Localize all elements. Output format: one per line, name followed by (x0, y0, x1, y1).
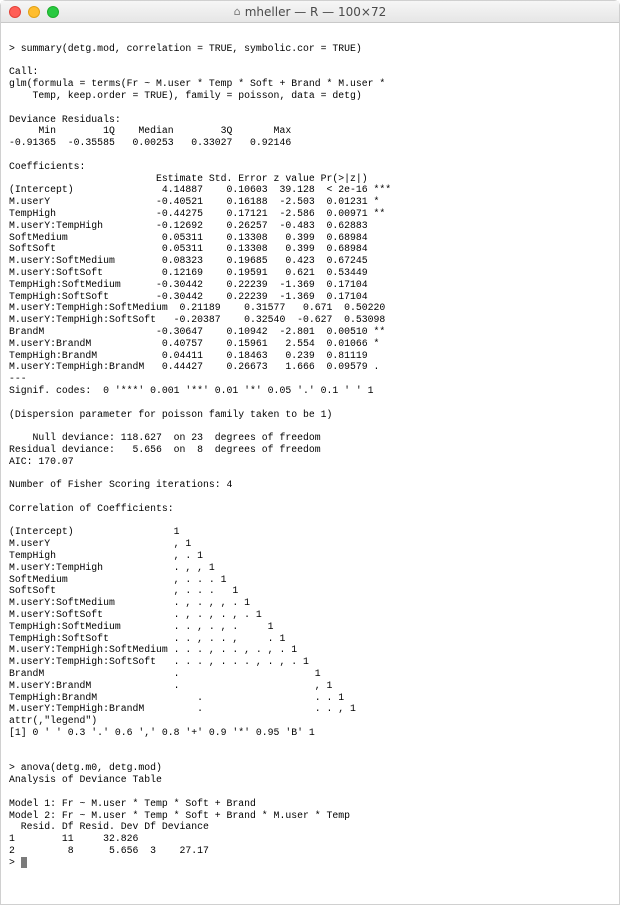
output-line: Resid. Df Resid. Dev Df Deviance (9, 821, 209, 832)
prompt-line: > summary(detg.mod, correlation = TRUE, … (9, 43, 362, 54)
output-line: BrandM . 1 (9, 668, 344, 679)
output-line: M.userY:TempHigh . , , 1 (9, 562, 344, 573)
output-line: Deviance Residuals: (9, 114, 127, 125)
output-line: TempHigh:SoftSoft -0.30442 0.22239 -1.36… (9, 291, 391, 302)
output-line: TempHigh:SoftMedium -0.30442 0.22239 -1.… (9, 279, 391, 290)
output-line: M.userY:SoftSoft 0.12169 0.19591 0.621 0… (9, 267, 391, 278)
output-line: Estimate Std. Error z value Pr(>|z|) (9, 173, 391, 184)
output-line: M.userY:TempHigh:BrandM 0.44427 0.26673 … (9, 361, 391, 372)
output-line: M.userY -0.40521 0.16188 -2.503 0.01231 … (9, 196, 391, 207)
output-line: SoftMedium , . . . 1 (9, 574, 344, 585)
output-line: -0.91365 -0.35585 0.00253 0.33027 0.9214… (9, 137, 303, 148)
terminal-output[interactable]: > summary(detg.mod, correlation = TRUE, … (1, 23, 619, 877)
terminal-cursor (21, 857, 27, 868)
output-line: Number of Fisher Scoring iterations: 4 (9, 479, 232, 490)
output-line: Analysis of Deviance Table (9, 774, 162, 785)
output-line: Coefficients: (9, 161, 85, 172)
output-line: Call: (9, 66, 38, 77)
output-line: SoftSoft , . . . 1 (9, 585, 344, 596)
output-line: (Intercept) 4.14887 0.10603 39.128 < 2e-… (9, 184, 391, 195)
output-line: M.userY:BrandM 0.40757 0.15961 2.554 0.0… (9, 338, 391, 349)
prompt-line: > (9, 857, 21, 868)
home-icon: ⌂ (234, 5, 241, 18)
output-line: Null deviance: 118.627 on 23 degrees of … (9, 432, 321, 443)
output-line: M.userY , 1 (9, 538, 344, 549)
output-line: SoftSoft 0.05311 0.13308 0.399 0.68984 (9, 243, 391, 254)
output-line: Model 2: Fr ~ M.user * Temp * Soft + Bra… (9, 810, 350, 821)
output-line: TempHigh -0.44275 0.17121 -2.586 0.00971… (9, 208, 391, 219)
output-line: AIC: 170.07 (9, 456, 74, 467)
output-line: (Dispersion parameter for poisson family… (9, 409, 332, 420)
output-line: M.userY:SoftMedium . , . , , . 1 (9, 597, 344, 608)
output-line: TempHigh:BrandM 0.04411 0.18463 0.239 0.… (9, 350, 391, 361)
output-line: glm(formula = terms(Fr ~ M.user * Temp *… (9, 78, 391, 89)
output-line: [1] 0 ' ' 0.3 '.' 0.6 ',' 0.8 '+' 0.9 '*… (9, 727, 315, 738)
output-line: --- (9, 373, 27, 384)
output-line: TempHigh:BrandM . . . 1 (9, 692, 344, 703)
output-line: Residual deviance: 5.656 on 8 degrees of… (9, 444, 321, 455)
output-line: Min 1Q Median 3Q Max (9, 125, 303, 136)
output-line: M.userY:TempHigh:SoftSoft . . . , . . . … (9, 656, 344, 667)
output-line: Correlation of Coefficients: (9, 503, 174, 514)
prompt-line: > anova(detg.m0, detg.mod) (9, 762, 162, 773)
output-line: BrandM -0.30647 0.10942 -2.801 0.00510 *… (9, 326, 391, 337)
output-line: TempHigh:SoftSoft . . , . . , . 1 (9, 633, 344, 644)
output-line: M.userY:TempHigh:SoftMedium . . . , . . … (9, 644, 344, 655)
window-title-text: mheller — R — 100×72 (245, 5, 387, 19)
output-line: TempHigh , . 1 (9, 550, 344, 561)
output-line: M.userY:TempHigh -0.12692 0.26257 -0.483… (9, 220, 391, 231)
output-line: attr(,"legend") (9, 715, 97, 726)
output-line: Signif. codes: 0 '***' 0.001 '**' 0.01 '… (9, 385, 374, 396)
window-titlebar: ⌂ mheller — R — 100×72 (1, 1, 619, 23)
output-line: M.userY:SoftSoft . , . , . , . 1 (9, 609, 344, 620)
output-line: Temp, keep.order = TRUE), family = poiss… (9, 90, 362, 101)
output-line: 1 11 32.826 (9, 833, 209, 844)
output-line: (Intercept) 1 (9, 526, 344, 537)
window-title: ⌂ mheller — R — 100×72 (1, 5, 619, 19)
output-line: SoftMedium 0.05311 0.13308 0.399 0.68984 (9, 232, 391, 243)
output-line: 2 8 5.656 3 27.17 (9, 845, 209, 856)
output-line: M.userY:TempHigh:SoftSoft -0.20387 0.325… (9, 314, 409, 325)
output-line: M.userY:SoftMedium 0.08323 0.19685 0.423… (9, 255, 391, 266)
output-line: TempHigh:SoftMedium . . , . , . 1 (9, 621, 344, 632)
output-line: M.userY:TempHigh:SoftMedium 0.21189 0.31… (9, 302, 409, 313)
output-line: M.userY:BrandM . , 1 (9, 680, 344, 691)
output-line: Model 1: Fr ~ M.user * Temp * Soft + Bra… (9, 798, 256, 809)
output-line: M.userY:TempHigh:BrandM . . . , 1 (9, 703, 356, 714)
